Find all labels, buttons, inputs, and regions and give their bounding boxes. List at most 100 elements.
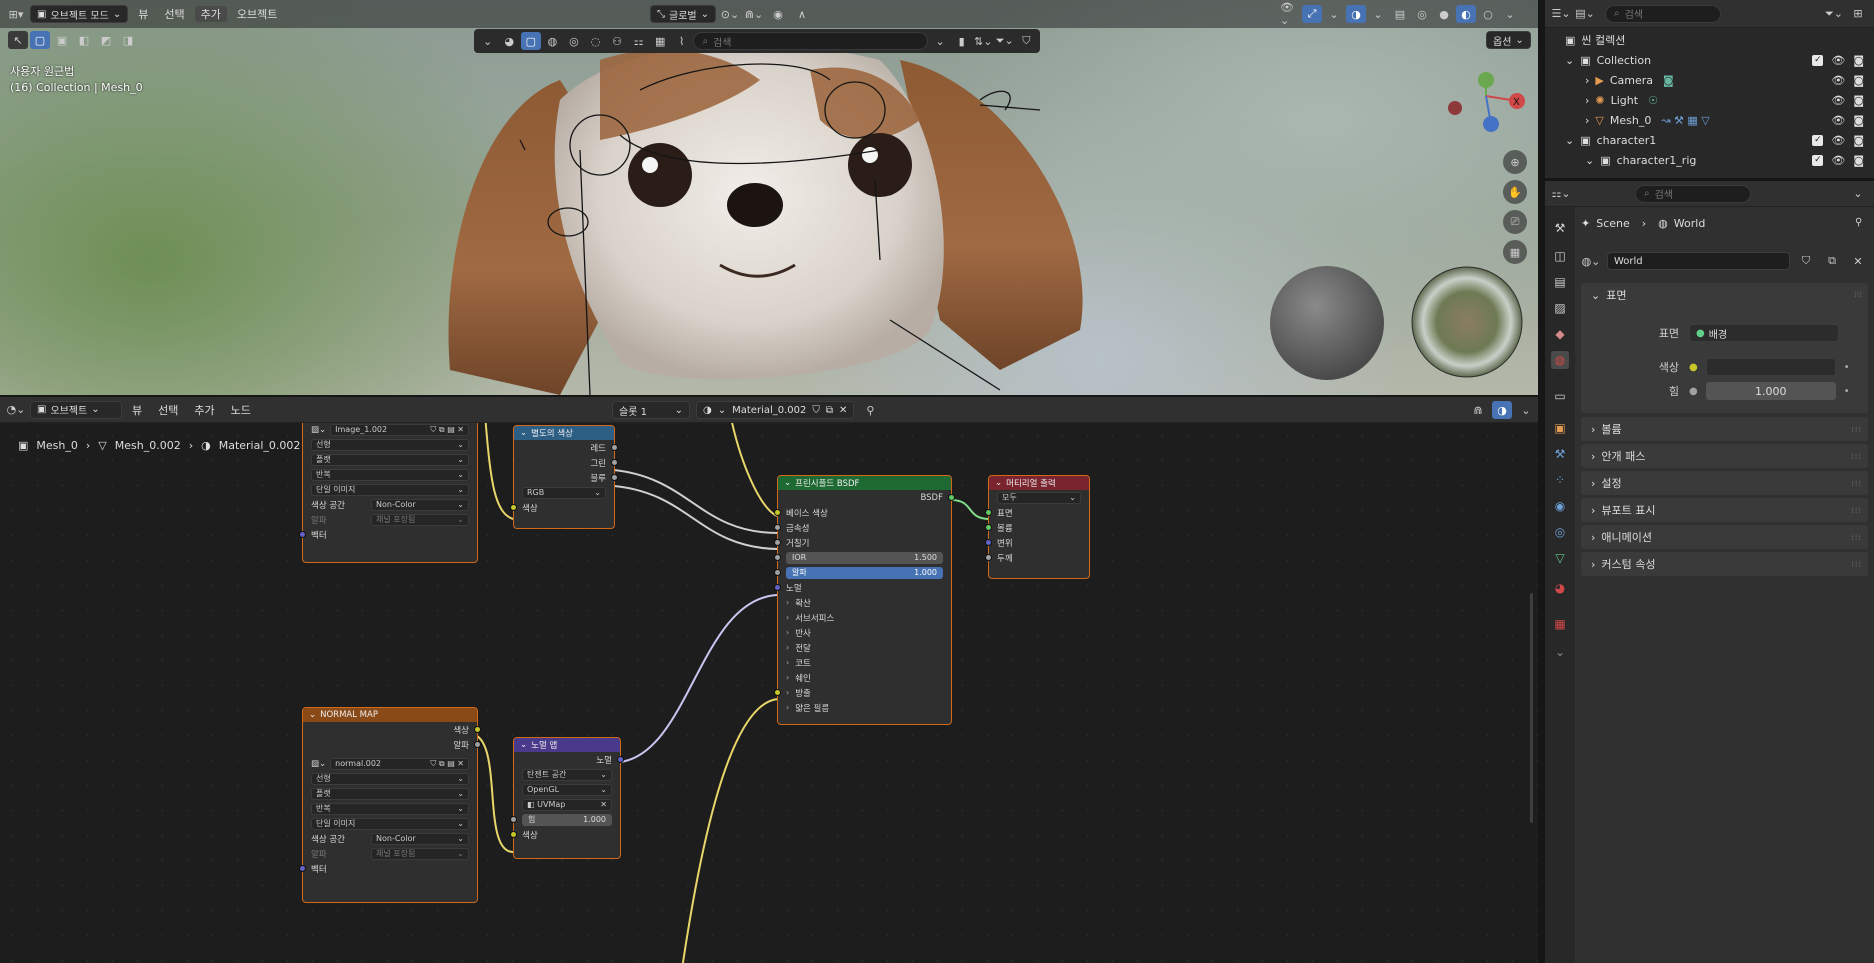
menu-view[interactable]: 뷰 — [132, 6, 154, 22]
color-socket[interactable] — [510, 831, 517, 838]
duplicate-icon[interactable]: ⧉ — [1822, 252, 1842, 270]
image-texture-node[interactable]: ▨⌄ Image_1.002 ⛉ ⧉ ▤ ✕ 선형 ⌄ 플랫 ⌄ 반복 ⌄ 단일 이미지… — [299, 423, 478, 563]
green-socket[interactable] — [611, 459, 618, 466]
base-color-socket[interactable] — [774, 509, 781, 516]
camera-restrict-icon[interactable]: ◙ — [1853, 114, 1864, 127]
surface-socket[interactable] — [985, 509, 992, 516]
color-swatch[interactable] — [1705, 358, 1836, 376]
source-select[interactable]: 단일 이미지 ⌄ — [311, 817, 469, 830]
properties-type-icon[interactable]: ⚏⌄ — [1551, 185, 1571, 203]
3d-viewport[interactable]: ⊞▾ ▣ 오브젝트 모드 ⌄ 뷰 선택 추가 오브젝트 ⤡ 글로벌 ⌄ ⊙⌄ ⋒⌄ ◉ … — [0, 0, 1538, 395]
ior-field[interactable]: IOR 1.500 — [786, 551, 943, 564]
material-shading-icon[interactable]: ◐ — [1456, 5, 1476, 23]
panel-sheen[interactable]: › 쉐인 — [778, 670, 951, 685]
custom-properties-panel-header[interactable]: › 커스텀 속성 ⁞⁞⁞ — [1581, 552, 1868, 576]
camera-restrict-icon[interactable]: ◙ — [1853, 134, 1864, 147]
select-invert-icon[interactable]: ◩ — [96, 31, 116, 49]
world-tab-icon[interactable]: ◍ — [1551, 351, 1569, 369]
color-socket[interactable] — [474, 726, 481, 733]
world-name-field[interactable]: World — [1607, 252, 1790, 270]
alpha-mode-select[interactable]: 채널 포장됨 ⌄ — [371, 847, 469, 860]
panel-transmission[interactable]: › 전달 — [778, 640, 951, 655]
red-socket[interactable] — [611, 444, 618, 451]
sort-icon[interactable]: ⇅⌄ — [973, 32, 993, 50]
source-select[interactable]: 단일 이미지 ⌄ — [311, 483, 469, 496]
camera-view-icon[interactable]: ⎚ — [1503, 210, 1527, 234]
collection-tab-icon[interactable]: ▭ — [1551, 387, 1569, 405]
pin-icon[interactable]: ⚲ — [860, 401, 880, 419]
panel-diffuse[interactable]: › 확산 — [778, 595, 951, 610]
alpha-mode-select[interactable]: 채널 포장됨 ⌄ — [371, 513, 469, 526]
particles-tab-icon[interactable]: ⁘ — [1551, 471, 1569, 489]
texture-filter-icon[interactable]: ◌ — [586, 32, 606, 50]
xray-icon[interactable]: ▤ — [1390, 5, 1410, 23]
constraints-tab-icon[interactable]: ◎ — [1551, 523, 1569, 541]
new-collection-icon[interactable]: ⊞ — [1848, 5, 1868, 23]
strength-socket[interactable] — [510, 816, 517, 823]
editor-type-icon[interactable]: ⊞▾ — [6, 5, 26, 23]
animation-panel-header[interactable]: › 애니메이션 ⁞⁞⁞ — [1581, 525, 1868, 549]
roughness-socket[interactable] — [774, 539, 781, 546]
emission-socket[interactable] — [774, 689, 781, 696]
chevron-down-icon[interactable]: ⌄ — [478, 32, 498, 50]
asset-search-input[interactable]: ⌕ 검색 — [693, 32, 929, 50]
filter-icon[interactable]: ⏷⌄ — [1824, 5, 1844, 23]
gizmo-options-icon[interactable]: ⌄ — [1324, 5, 1344, 23]
camera-restrict-icon[interactable]: ◙ — [1853, 54, 1864, 67]
rendered-shading-icon[interactable]: ○ — [1478, 5, 1498, 23]
overlay-icon[interactable]: ◑ — [1492, 401, 1512, 419]
surface-panel-header[interactable]: ⌄ 표면 — [1581, 283, 1868, 307]
vector-socket[interactable] — [299, 865, 306, 872]
falloff-icon[interactable]: ∧ — [792, 5, 812, 23]
zoom-icon[interactable]: ⊕ — [1503, 150, 1527, 174]
snap-icon[interactable]: ⋒⌄ — [744, 5, 764, 23]
camera-restrict-icon[interactable]: ◙ — [1853, 74, 1864, 87]
world-filter-icon[interactable]: ◎ — [564, 32, 584, 50]
outliner-item-collection[interactable]: ⌄ ▣ Collection ✓ 👁 ◙ — [1545, 50, 1874, 70]
surface-shader-select[interactable]: ● 배경 — [1689, 324, 1839, 342]
image-name-field[interactable]: normal.002 ⛉ ⧉ ▤ ✕ — [330, 757, 469, 770]
volume-socket[interactable] — [985, 524, 992, 531]
exclude-checkbox[interactable]: ✓ — [1812, 154, 1824, 166]
image-filter-icon[interactable]: ▦ — [650, 32, 670, 50]
thickness-socket[interactable] — [985, 554, 992, 561]
extension-select[interactable]: 반복 ⌄ — [311, 802, 469, 815]
convention-select[interactable]: OpenGL ⌄ — [522, 783, 612, 796]
chevron-down-icon[interactable]: ⌄ — [930, 32, 950, 50]
select-tool-icon[interactable]: ↖ — [8, 31, 28, 49]
chevron-down-icon[interactable]: ⌄ — [1551, 643, 1569, 661]
shading-options-icon[interactable]: ⌄ — [1500, 5, 1520, 23]
vertical-scrollbar[interactable] — [1530, 593, 1533, 823]
panel-coat[interactable]: › 코트 — [778, 655, 951, 670]
ior-socket[interactable] — [774, 554, 781, 561]
drag-grip-icon[interactable]: ⁞⁞⁞ — [1854, 290, 1862, 299]
alpha-socket[interactable] — [774, 569, 781, 576]
node-editor-type-icon[interactable]: ◔⌄ — [6, 401, 26, 419]
normal-socket[interactable] — [617, 756, 624, 763]
data-tab-icon[interactable]: ▽ — [1551, 549, 1569, 567]
node-editor-canvas[interactable]: ▣ Mesh_0 › ▽ Mesh_0.002 › ◑ Material_0.002 … — [0, 423, 1538, 963]
node-filter-icon[interactable]: ⚏ — [629, 32, 649, 50]
scene-collection-row[interactable]: ▣ 씬 컬렉션 — [1545, 30, 1874, 50]
color-mode-select[interactable]: RGB ⌄ — [522, 486, 606, 499]
fake-user-icon[interactable]: ⛉ — [1796, 252, 1816, 270]
overlay-options-icon[interactable]: ⌄ — [1516, 401, 1536, 419]
metallic-socket[interactable] — [774, 524, 781, 531]
keyframe-icon[interactable]: • — [1844, 362, 1850, 373]
node-header[interactable]: ⌄ NORMAL MAP — [303, 708, 477, 722]
tool-tab-icon[interactable]: ⚒ — [1551, 219, 1569, 237]
view-layer-tab-icon[interactable]: ▨ — [1551, 299, 1569, 317]
texture-tab-icon[interactable]: ▦ — [1551, 615, 1569, 633]
eye-icon[interactable]: 👁 — [1831, 134, 1845, 147]
menu-select[interactable]: 선택 — [158, 6, 190, 22]
eye-icon[interactable]: 👁 — [1831, 154, 1845, 167]
strength-field[interactable]: 힘 1.000 — [522, 813, 612, 826]
menu-add[interactable]: 추가 — [188, 402, 220, 418]
mist-pass-panel-header[interactable]: › 안개 패스 ⁞⁞⁞ — [1581, 444, 1868, 468]
color-wheel-icon[interactable]: ◕ — [500, 32, 520, 50]
object-filter-icon[interactable]: ▢ — [521, 32, 541, 50]
physics-tab-icon[interactable]: ◉ — [1551, 497, 1569, 515]
select-intersect-icon[interactable]: ◨ — [118, 31, 138, 49]
select-subtract-icon[interactable]: ◧ — [74, 31, 94, 49]
proportional-edit-icon[interactable]: ◉ — [768, 5, 788, 23]
